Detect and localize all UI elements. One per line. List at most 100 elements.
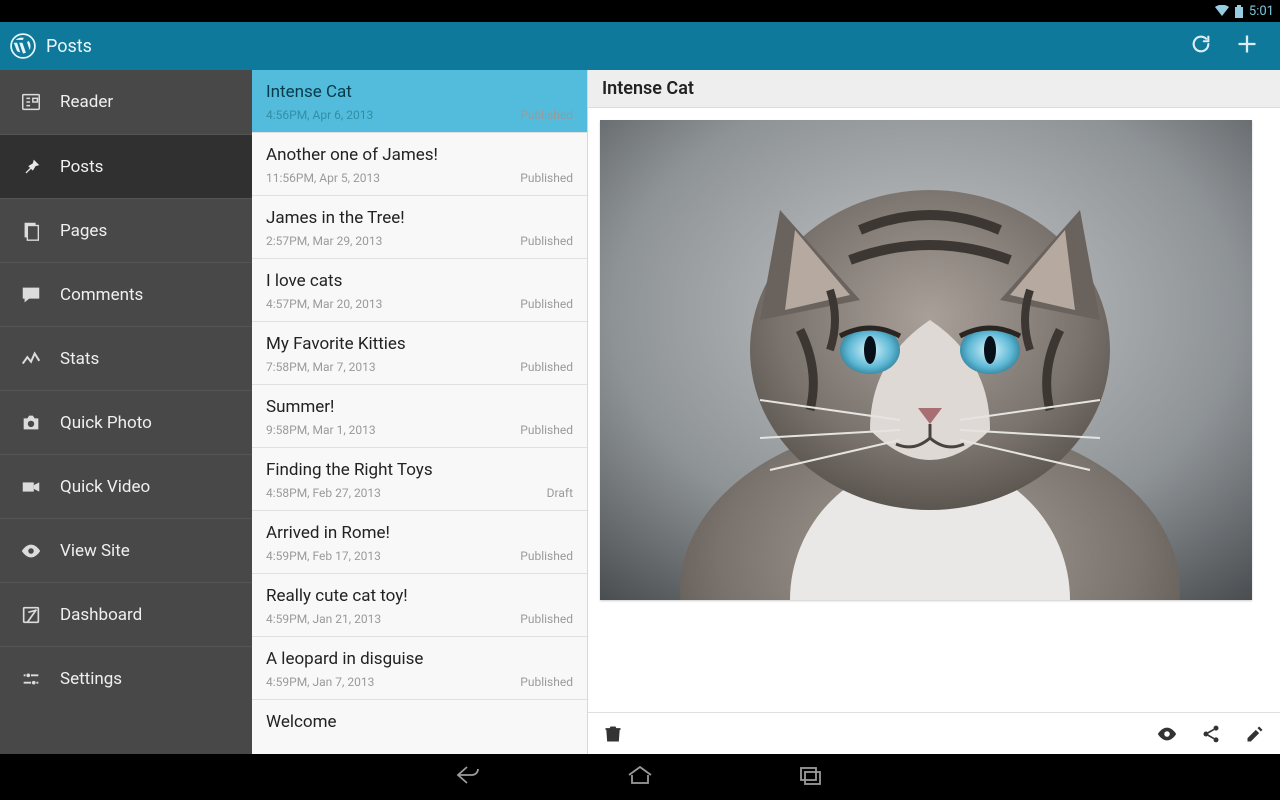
post-item[interactable]: Welcome: [252, 700, 587, 742]
sidebar-item-label: Posts: [60, 157, 103, 177]
sidebar-item-dashboard[interactable]: Dashboard: [0, 582, 252, 646]
post-status: Published: [520, 234, 573, 248]
post-item[interactable]: Arrived in Rome! 4:59PM, Feb 17, 2013 Pub…: [252, 511, 587, 574]
sidebar-item-label: Stats: [60, 349, 99, 369]
post-item[interactable]: Another one of James! 11:56PM, Apr 5, 20…: [252, 133, 587, 196]
post-title: My Favorite Kitties: [266, 334, 573, 354]
battery-icon: [1235, 5, 1243, 18]
action-bar-title: Posts: [46, 36, 92, 57]
new-post-button[interactable]: [1224, 22, 1270, 70]
plus-icon: [1236, 33, 1258, 59]
post-status: Published: [520, 360, 573, 374]
android-status-bar: 5:01: [0, 0, 1280, 22]
post-item[interactable]: Intense Cat 4:56PM, Apr 6, 2013 Published: [252, 70, 587, 133]
eye-icon: [1156, 723, 1178, 745]
sidebar-item-reader[interactable]: Reader: [0, 70, 252, 134]
sidebar-item-comments[interactable]: Comments: [0, 262, 252, 326]
sidebar-item-label: View Site: [60, 541, 130, 561]
sidebar-item-label: Pages: [60, 221, 107, 241]
post-time: 4:59PM, Jan 21, 2013: [266, 612, 381, 626]
post-item[interactable]: Summer! 9:58PM, Mar 1, 2013 Published: [252, 385, 587, 448]
sidebar: Reader Posts Pages Comments: [0, 70, 252, 754]
sidebar-item-settings[interactable]: Settings: [0, 646, 252, 710]
detail-title: Intense Cat: [588, 70, 1280, 108]
post-title: Intense Cat: [266, 82, 573, 102]
post-time: 4:59PM, Feb 17, 2013: [266, 549, 381, 563]
trash-icon: [603, 724, 623, 744]
brand[interactable]: Posts: [10, 33, 92, 59]
sidebar-item-label: Settings: [60, 669, 122, 689]
post-time: 4:56PM, Apr 6, 2013: [266, 108, 373, 122]
preview-button[interactable]: [1152, 719, 1182, 749]
post-item[interactable]: Really cute cat toy! 4:59PM, Jan 21, 201…: [252, 574, 587, 637]
post-status: Published: [520, 171, 573, 185]
sidebar-item-label: Reader: [60, 92, 113, 112]
eye-icon: [20, 540, 42, 562]
post-status: Published: [520, 675, 573, 689]
post-status: Published: [520, 549, 573, 563]
detail-body: [588, 108, 1280, 712]
share-icon: [1201, 724, 1221, 744]
post-item[interactable]: I love cats 4:57PM, Mar 20, 2013Publishe…: [252, 259, 587, 322]
post-time: 9:58PM, Mar 1, 2013: [266, 423, 376, 437]
video-icon: [20, 476, 42, 498]
post-time: 11:56PM, Apr 5, 2013: [266, 171, 380, 185]
sidebar-item-posts[interactable]: Posts: [0, 134, 252, 198]
post-item[interactable]: My Favorite Kitties 7:58PM, Mar 7, 2013P…: [252, 322, 587, 385]
sidebar-item-quick-video[interactable]: Quick Video: [0, 454, 252, 518]
status-time: 5:01: [1249, 4, 1274, 19]
pushpin-icon: [20, 156, 42, 178]
post-status: Published: [520, 108, 573, 122]
post-title: Really cute cat toy!: [266, 586, 573, 606]
sidebar-item-view-site[interactable]: View Site: [0, 518, 252, 582]
sidebar-item-label: Quick Photo: [60, 413, 152, 433]
wifi-icon: [1215, 5, 1229, 17]
sidebar-item-stats[interactable]: Stats: [0, 326, 252, 390]
sidebar-item-quick-photo[interactable]: Quick Photo: [0, 390, 252, 454]
post-title: Welcome: [266, 712, 573, 732]
wordpress-icon: [10, 33, 36, 59]
post-status: Published: [520, 297, 573, 311]
home-button[interactable]: [625, 764, 655, 790]
sidebar-item-label: Dashboard: [60, 605, 142, 625]
refresh-button[interactable]: [1178, 22, 1224, 70]
edit-button[interactable]: [1240, 719, 1270, 749]
sidebar-item-pages[interactable]: Pages: [0, 198, 252, 262]
post-image: [600, 120, 1252, 600]
camera-icon: [20, 412, 42, 434]
post-time: 4:57PM, Mar 20, 2013: [266, 297, 382, 311]
reader-icon: [20, 91, 42, 113]
dashboard-icon: [20, 604, 42, 626]
post-status: Published: [520, 423, 573, 437]
post-title: A leopard in disguise: [266, 649, 573, 669]
main-area: Reader Posts Pages Comments: [0, 70, 1280, 754]
share-button[interactable]: [1196, 719, 1226, 749]
post-item[interactable]: A leopard in disguise 4:59PM, Jan 7, 201…: [252, 637, 587, 700]
post-status: Draft: [547, 486, 573, 500]
sidebar-item-label: Quick Video: [60, 477, 150, 497]
post-title: Summer!: [266, 397, 573, 417]
stats-icon: [20, 348, 42, 370]
refresh-icon: [1190, 33, 1212, 59]
post-list[interactable]: Intense Cat 4:56PM, Apr 6, 2013 Published…: [252, 70, 588, 754]
post-detail: Intense Cat: [588, 70, 1280, 754]
comment-icon: [20, 284, 42, 306]
post-item[interactable]: Finding the Right Toys 4:58PM, Feb 27, 2…: [252, 448, 587, 511]
delete-button[interactable]: [598, 719, 628, 749]
post-status: Published: [520, 612, 573, 626]
recent-apps-button[interactable]: [795, 764, 825, 790]
android-nav-bar: [0, 754, 1280, 800]
post-title: Arrived in Rome!: [266, 523, 573, 543]
back-button[interactable]: [455, 764, 485, 790]
page-icon: [20, 220, 42, 242]
post-time: 4:58PM, Feb 27, 2013: [266, 486, 381, 500]
post-item[interactable]: James in the Tree! 2:57PM, Mar 29, 2013P…: [252, 196, 587, 259]
post-title: Another one of James!: [266, 145, 573, 165]
post-time: 4:59PM, Jan 7, 2013: [266, 675, 374, 689]
action-bar: Posts: [0, 22, 1280, 70]
sidebar-item-label: Comments: [60, 285, 143, 305]
detail-toolbar: [588, 712, 1280, 754]
settings-icon: [20, 668, 42, 690]
post-time: 2:57PM, Mar 29, 2013: [266, 234, 382, 248]
device-frame: 5:01 Posts Reader: [0, 0, 1280, 800]
